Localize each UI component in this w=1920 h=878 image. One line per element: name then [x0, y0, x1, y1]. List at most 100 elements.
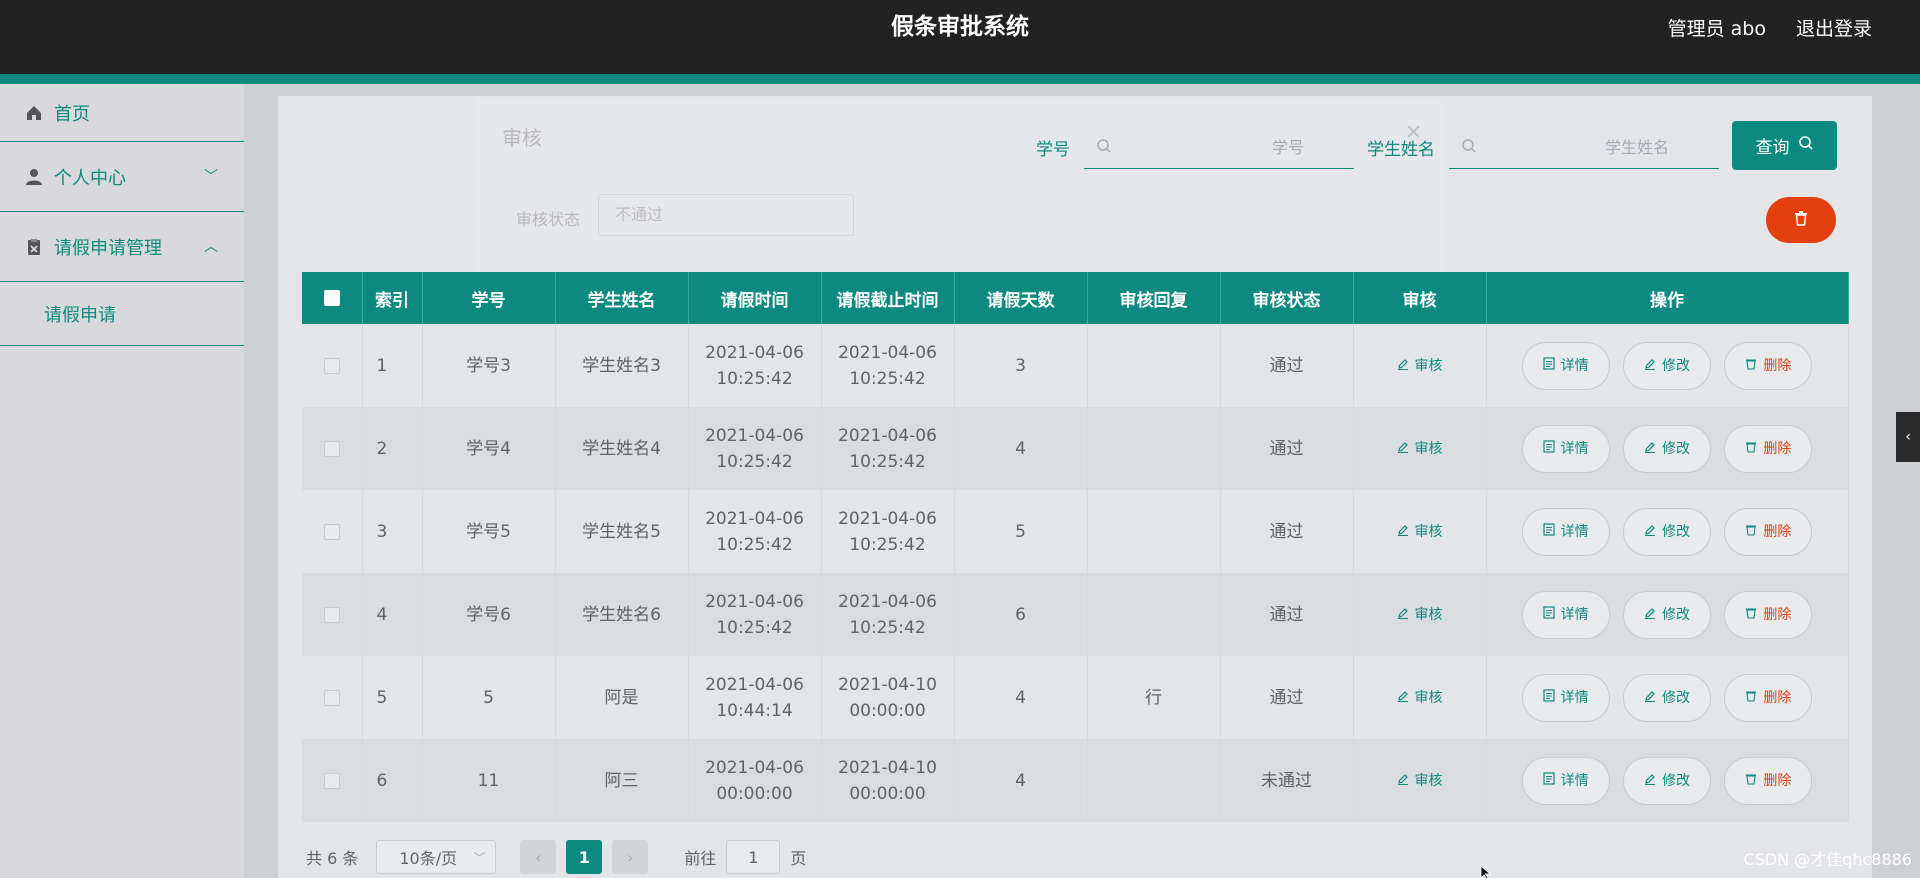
student-name-cell: 学生姓名6: [555, 573, 689, 656]
document-icon: [1542, 602, 1555, 628]
detail-button[interactable]: 详情: [1521, 673, 1610, 722]
search-icon: [1461, 138, 1477, 154]
row-checkbox[interactable]: [323, 689, 340, 706]
delete-label: 删除: [1763, 772, 1792, 789]
start-date-text: 2021-04-06: [705, 342, 804, 363]
edit-button[interactable]: 修改: [1623, 590, 1711, 639]
audit-cell: 审核: [1353, 573, 1487, 656]
student-name-cell: 学生姓名4: [555, 407, 689, 490]
delete-button[interactable]: 删除: [1724, 673, 1813, 722]
logout-link[interactable]: 退出登录: [1796, 14, 1872, 41]
actions-cell: 详情 修改 删除: [1486, 324, 1849, 407]
sidebar-item-label: 首页: [54, 103, 90, 125]
index-cell: 5: [362, 656, 423, 739]
total-count: 共 6 条: [306, 849, 359, 868]
audit-link[interactable]: 审核: [1397, 768, 1443, 794]
trash-icon: [1745, 685, 1757, 711]
audit-cell: 审核: [1353, 739, 1487, 822]
index-cell: 6: [362, 739, 423, 822]
edit-label: 修改: [1662, 357, 1690, 374]
goto-label: 前往: [684, 849, 717, 868]
actions-cell: 详情 修改 删除: [1486, 656, 1849, 739]
row-checkbox[interactable]: [323, 606, 340, 623]
edit-pen-icon: [1397, 768, 1409, 794]
actions-cell: 详情 修改 删除: [1486, 739, 1849, 822]
row-select-cell: [302, 573, 363, 656]
column-header: 操作: [1486, 272, 1849, 324]
select-all-cell: [302, 272, 363, 324]
goto-page-input[interactable]: [726, 840, 781, 874]
start-date-text: 2021-04-06: [705, 674, 804, 695]
reply-cell: [1087, 573, 1221, 656]
start-date-text: 2021-04-06: [705, 425, 804, 446]
audit-link[interactable]: 审核: [1397, 436, 1443, 462]
delete-button[interactable]: 删除: [1724, 590, 1813, 639]
delete-button[interactable]: 删除: [1724, 756, 1813, 805]
delete-button[interactable]: 删除: [1724, 507, 1813, 556]
header-accent-bar: [0, 74, 1920, 84]
reply-cell: 行: [1087, 656, 1221, 739]
end-clock-text: 00:00:00: [849, 783, 926, 804]
trash-icon: [1745, 768, 1757, 794]
days-cell: 5: [954, 490, 1088, 573]
page-size-select[interactable]: 10条/页 ﹀: [376, 840, 497, 874]
sidebar-subitem-leave-application[interactable]: 请假申请: [0, 282, 244, 346]
edit-pen-icon: [1397, 436, 1409, 462]
status-cell: 未通过: [1220, 739, 1354, 822]
end-time-cell: 2021-04-06 10:25:42: [821, 573, 955, 656]
audit-cell: 审核: [1353, 407, 1487, 490]
actions-cell: 详情 修改 删除: [1486, 407, 1849, 490]
sidebar-item-personal-center[interactable]: 个人中心 ﹀: [0, 142, 244, 212]
start-time-cell: 2021-04-06 00:00:00: [688, 739, 822, 822]
edit-button[interactable]: 修改: [1623, 341, 1711, 390]
row-checkbox[interactable]: [323, 772, 340, 789]
row-checkbox[interactable]: [323, 523, 340, 540]
audit-link[interactable]: 审核: [1397, 519, 1443, 545]
clipboard-icon: [24, 237, 44, 257]
edit-button[interactable]: 修改: [1623, 424, 1711, 473]
edit-pen-icon: [1397, 685, 1409, 711]
start-time-cell: 2021-04-06 10:25:42: [688, 324, 822, 407]
audit-link[interactable]: 审核: [1397, 602, 1443, 628]
detail-button[interactable]: 详情: [1521, 756, 1610, 805]
select-all-checkbox[interactable]: [323, 290, 340, 306]
batch-delete-button[interactable]: [1766, 197, 1836, 243]
row-select-cell: [302, 490, 363, 573]
status-cell: 通过: [1220, 573, 1354, 656]
edit-button[interactable]: 修改: [1623, 756, 1711, 805]
search-icon: [1096, 138, 1112, 154]
student-name-input[interactable]: [1489, 133, 1669, 161]
detail-button[interactable]: 详情: [1521, 424, 1610, 473]
edit-button[interactable]: 修改: [1623, 507, 1711, 556]
detail-button[interactable]: 详情: [1521, 341, 1610, 390]
prev-page-button[interactable]: ‹: [520, 840, 557, 874]
edit-button[interactable]: 修改: [1623, 673, 1711, 722]
collapse-panel-toggle[interactable]: ‹: [1896, 412, 1920, 462]
next-page-button[interactable]: ›: [612, 840, 649, 874]
delete-button[interactable]: 删除: [1724, 341, 1813, 390]
end-time-cell: 2021-04-10 00:00:00: [821, 739, 955, 822]
student-no-input[interactable]: [1124, 133, 1304, 161]
row-checkbox[interactable]: [323, 440, 340, 457]
sidebar-item-home[interactable]: 首页: [0, 84, 244, 142]
sidebar-item-leave-management[interactable]: 请假申请管理 ︿: [0, 212, 244, 282]
page-button-current[interactable]: 1: [566, 840, 603, 874]
audit-link[interactable]: 审核: [1397, 685, 1443, 711]
detail-button[interactable]: 详情: [1521, 507, 1610, 556]
query-button[interactable]: 查询: [1732, 121, 1837, 170]
chevron-up-icon: ︿: [204, 239, 218, 255]
end-time-cell: 2021-04-06 10:25:42: [821, 407, 955, 490]
row-checkbox[interactable]: [323, 357, 340, 374]
delete-button[interactable]: 删除: [1724, 424, 1813, 473]
document-icon: [1542, 685, 1555, 711]
edit-pen-icon: [1397, 353, 1409, 379]
edit-label: 修改: [1662, 440, 1690, 457]
index-cell: 2: [362, 407, 423, 490]
watermark: CSDN @才佳qhc8886: [1743, 850, 1912, 869]
detail-label: 详情: [1560, 689, 1589, 706]
edit-pen-icon: [1644, 685, 1656, 711]
detail-button[interactable]: 详情: [1521, 590, 1610, 639]
column-header: 审核: [1353, 272, 1487, 324]
audit-link[interactable]: 审核: [1397, 353, 1443, 379]
user-icon: [24, 167, 44, 187]
